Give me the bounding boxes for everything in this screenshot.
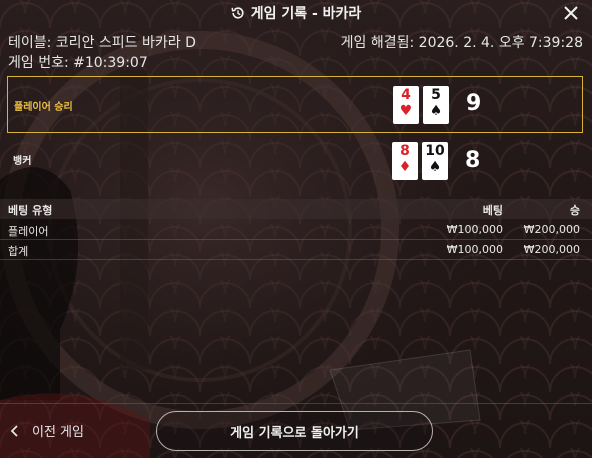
bet-amount: ₩100,000: [446, 223, 503, 236]
player-result-label: 플레이어 승리: [14, 102, 73, 113]
settled-time: 게임 해결됨: 2026. 2. 4. 오후 7:39:28: [340, 35, 583, 51]
header-win-amount: 승: [569, 204, 580, 217]
playing-card: 5 ♠: [423, 86, 449, 124]
bet-type: 플레이어: [8, 225, 49, 238]
page-title: 게임 기록 - 바카라: [250, 6, 362, 22]
back-to-history-label: 게임 기록으로 돌아가기: [230, 425, 359, 441]
playing-card: 10 ♠: [422, 142, 448, 180]
table-row: 합계 ₩100,000 ₩200,000: [0, 241, 592, 259]
divider: [0, 239, 592, 240]
close-button[interactable]: [560, 2, 582, 24]
game-number: 게임 번호: #10:39:07: [8, 55, 148, 71]
player-result-row: 플레이어 승리 4 ♥ 5 ♠ 9: [7, 76, 583, 133]
close-icon: [564, 6, 578, 20]
banker-result-label: 뱅커: [13, 156, 32, 167]
previous-game-button[interactable]: 이전 게임: [8, 421, 84, 440]
bet-amount: ₩100,000: [446, 243, 503, 256]
banker-score: 8: [465, 148, 481, 173]
table-row: 플레이어 ₩100,000 ₩200,000: [0, 221, 592, 239]
playing-card: 8 ♦: [392, 142, 418, 180]
chevron-left-icon: [10, 424, 18, 437]
win-amount: ₩200,000: [523, 223, 580, 236]
bet-type: 합계: [8, 245, 29, 258]
header-bet-amount: 베팅: [482, 204, 503, 217]
win-amount: ₩200,000: [523, 243, 580, 256]
title-bar: 게임 기록 - 바카라: [0, 0, 592, 26]
playing-card: 4 ♥: [393, 86, 419, 124]
table-name: 테이블: 코리안 스피드 바카라 D: [8, 35, 196, 51]
divider: [0, 259, 592, 260]
history-icon: [231, 6, 245, 20]
back-to-history-button[interactable]: 게임 기록으로 돌아가기: [156, 411, 433, 451]
header-bet-type: 베팅 유형: [8, 204, 53, 217]
player-cards: 4 ♥ 5 ♠: [393, 86, 449, 124]
player-score: 9: [466, 91, 482, 116]
previous-game-label: 이전 게임: [32, 425, 84, 440]
banker-result-row: 뱅커 8 ♦ 10 ♠ 8: [7, 138, 583, 186]
footer: 이전 게임 게임 기록으로 돌아가기: [0, 403, 592, 458]
banker-cards: 8 ♦ 10 ♠: [392, 142, 448, 180]
bets-table-header: 베팅 유형 베팅 승: [0, 199, 592, 219]
